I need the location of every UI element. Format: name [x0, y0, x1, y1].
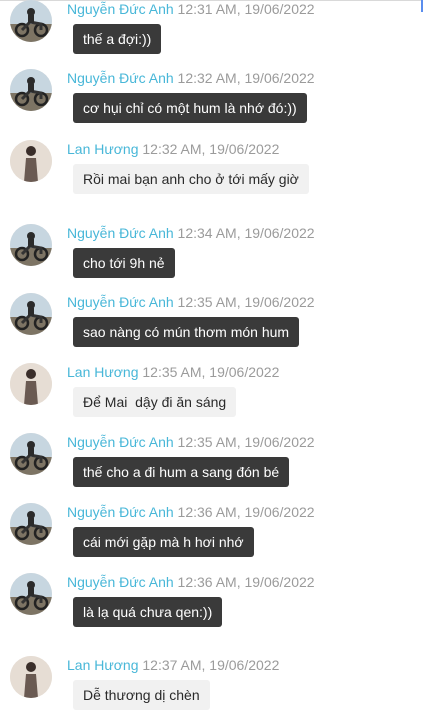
message-bubble[interactable]: là lạ quá chưa qen:)) — [73, 597, 223, 627]
message-time: 12:36 AM, 19/06/2022 — [177, 574, 315, 590]
message-time: 12:35 AM, 19/06/2022 — [177, 434, 315, 450]
message-header: Nguyễn Đức Anh 12:36 AM, 19/06/2022 — [67, 574, 315, 590]
motorbike-avatar[interactable] — [10, 503, 52, 545]
message-bubble[interactable]: thế a đợi:)) — [73, 24, 162, 54]
message-header: Lan Hương 12:35 AM, 19/06/2022 — [67, 364, 279, 380]
message-time: 12:35 AM, 19/06/2022 — [142, 364, 280, 380]
message-bubble[interactable]: cho tới 9h nẻ — [73, 248, 175, 278]
sender-name[interactable]: Lan Hương — [67, 657, 138, 673]
motorbike-avatar[interactable] — [10, 69, 52, 111]
message-bubble[interactable]: thế cho a đi hum a sang đón bé — [73, 457, 290, 487]
sender-name[interactable]: Nguyễn Đức Anh — [67, 225, 174, 241]
message-header: Nguyễn Đức Anh 12:34 AM, 19/06/2022 — [67, 225, 315, 241]
sender-name[interactable]: Nguyễn Đức Anh — [67, 574, 174, 590]
motorbike-avatar[interactable] — [10, 433, 52, 475]
sender-name[interactable]: Nguyễn Đức Anh — [67, 504, 174, 520]
sender-name[interactable]: Nguyễn Đức Anh — [67, 70, 174, 86]
sender-name[interactable]: Nguyễn Đức Anh — [67, 1, 174, 17]
message-bubble[interactable]: sao nàng có mún thơm món hum — [73, 317, 300, 347]
message-time: 12:37 AM, 19/06/2022 — [142, 657, 280, 673]
message-bubble[interactable]: cơ hụi chỉ có một hum là nhớ đó:)) — [73, 93, 307, 123]
motorbike-avatar[interactable] — [10, 224, 52, 266]
sender-name[interactable]: Nguyễn Đức Anh — [67, 294, 174, 310]
message-header: Nguyễn Đức Anh 12:32 AM, 19/06/2022 — [67, 70, 315, 86]
motorbike-avatar[interactable] — [10, 573, 52, 615]
sender-name[interactable]: Lan Hương — [67, 141, 138, 157]
message-bubble[interactable]: Rồi mai bạn anh cho ở tới mấy giờ — [73, 164, 309, 194]
sender-name[interactable]: Lan Hương — [67, 364, 138, 380]
person-avatar[interactable] — [10, 656, 52, 698]
message-bubble[interactable]: Để Mai dậy đi ăn sáng — [73, 387, 237, 417]
message-header: Nguyễn Đức Anh 12:35 AM, 19/06/2022 — [67, 434, 315, 450]
message-time: 12:34 AM, 19/06/2022 — [177, 225, 315, 241]
message-header: Nguyễn Đức Anh 12:35 AM, 19/06/2022 — [67, 294, 315, 310]
person-avatar[interactable] — [10, 363, 52, 405]
message-header: Lan Hương 12:37 AM, 19/06/2022 — [67, 657, 279, 673]
person-avatar[interactable] — [10, 140, 52, 182]
message-header: Lan Hương 12:32 AM, 19/06/2022 — [67, 141, 279, 157]
motorbike-avatar[interactable] — [10, 293, 52, 335]
message-time: 12:31 AM, 19/06/2022 — [177, 1, 315, 17]
message-time: 12:35 AM, 19/06/2022 — [177, 294, 315, 310]
message-time: 12:36 AM, 19/06/2022 — [177, 504, 315, 520]
message-time: 12:32 AM, 19/06/2022 — [142, 141, 280, 157]
message-bubble[interactable]: cái mới gặp mà h hơi nhớ — [73, 527, 254, 557]
message-header: Nguyễn Đức Anh 12:36 AM, 19/06/2022 — [67, 504, 315, 520]
message-time: 12:32 AM, 19/06/2022 — [177, 70, 315, 86]
sender-name[interactable]: Nguyễn Đức Anh — [67, 434, 174, 450]
message-header: Nguyễn Đức Anh 12:31 AM, 19/06/2022 — [67, 1, 315, 17]
motorbike-avatar[interactable] — [10, 0, 52, 42]
